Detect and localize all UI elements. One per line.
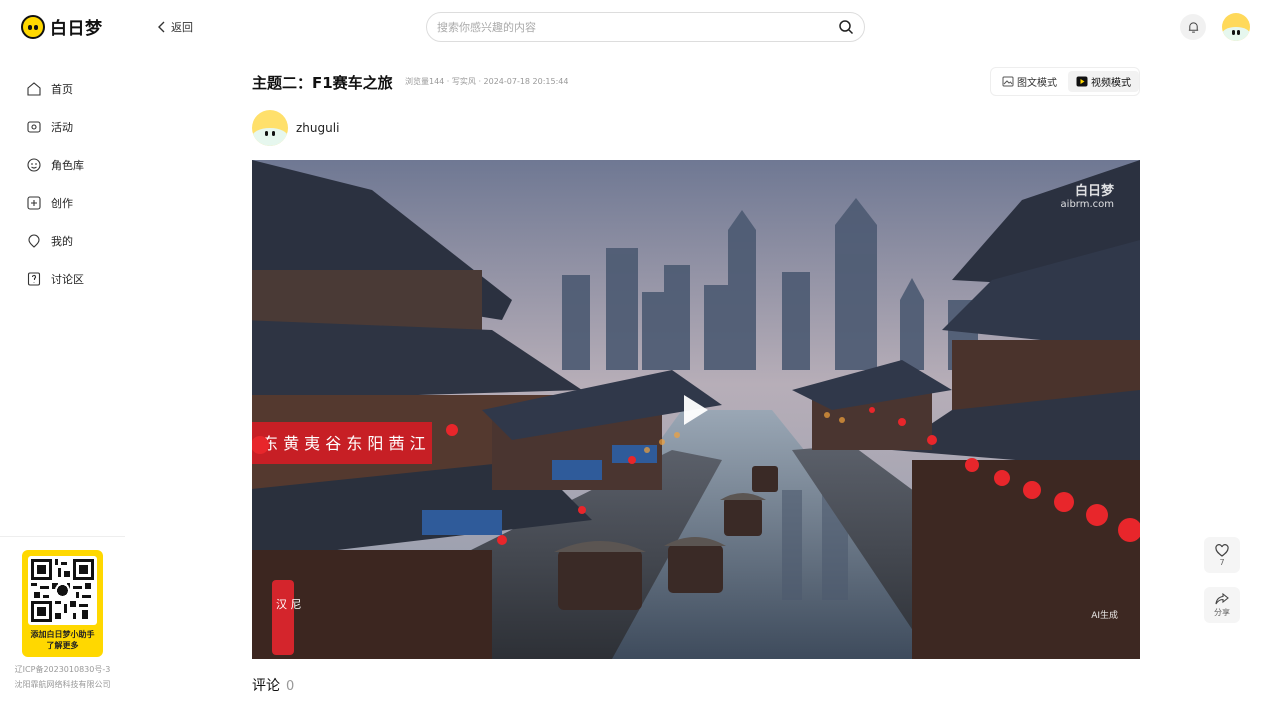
view-mode-switch: 图文模式 视频模式	[990, 67, 1140, 96]
search-icon[interactable]	[838, 19, 854, 35]
icp-record[interactable]: 辽ICP备2023010830号-3	[0, 664, 125, 675]
user-avatar[interactable]	[1222, 13, 1250, 41]
watermark-brand: 白日梦	[1074, 184, 1114, 199]
post-title: 主题二：F1赛车之旅	[252, 74, 393, 92]
shop-sign-text: 汉 尼	[276, 598, 302, 611]
notification-button[interactable]	[1180, 14, 1206, 40]
home-icon	[27, 82, 41, 96]
video-mode-label: 视频模式	[1091, 78, 1131, 89]
sidebar: 首页 活动 角色库 创作 我的 讨论区	[0, 70, 125, 298]
video-mode-icon	[1076, 76, 1088, 87]
image-mode-icon	[1002, 76, 1014, 87]
sidebar-item-label: 活动	[51, 121, 73, 134]
comments-label: 评论	[252, 678, 280, 694]
search-input[interactable]	[437, 20, 838, 34]
video-player[interactable]: 东 黄 夷 谷 东 阳 茜 江 汉 尼 白日梦 aibrm.com AI生成	[252, 160, 1140, 659]
image-text-mode-label: 图文模式	[1017, 78, 1057, 89]
character-icon	[27, 158, 41, 172]
comments-count: 0	[286, 679, 295, 694]
sidebar-item-label: 创作	[51, 197, 73, 210]
qr-code-icon	[31, 559, 94, 622]
sidebar-item-label: 讨论区	[51, 273, 84, 286]
heart-icon	[1215, 543, 1229, 557]
sidebar-item-activity[interactable]: 活动	[0, 108, 125, 146]
qr-caption-line2: 了解更多	[46, 641, 79, 650]
sidebar-item-label: 首页	[51, 83, 73, 96]
sidebar-item-characters[interactable]: 角色库	[0, 146, 125, 184]
qr-code	[28, 556, 97, 625]
qr-caption-line1: 添加白日梦小助手	[30, 630, 95, 639]
watermark-url: aibrm.com	[1060, 199, 1114, 210]
share-button[interactable]: 分享	[1204, 587, 1240, 623]
logo[interactable]: 白日梦	[21, 14, 103, 39]
back-button[interactable]: 返回	[157, 19, 193, 35]
like-count: 7	[1219, 557, 1225, 567]
back-label: 返回	[171, 21, 193, 34]
author-name[interactable]: zhuguli	[296, 121, 339, 135]
assistant-qr-card[interactable]: 添加白日梦小助手 了解更多	[22, 550, 103, 657]
sidebar-item-home[interactable]: 首页	[0, 70, 125, 108]
author-avatar-face-icon	[252, 128, 288, 146]
shop-banner-text: 东 黄 夷 谷 东 阳 茜 江	[262, 434, 426, 453]
avatar-face-icon	[1222, 27, 1250, 41]
like-button[interactable]: 7	[1204, 537, 1240, 573]
logo-icon	[21, 14, 45, 39]
author-avatar[interactable]	[252, 110, 288, 146]
sidebar-item-profile[interactable]: 我的	[0, 222, 125, 260]
image-text-mode-button[interactable]: 图文模式	[994, 71, 1065, 92]
create-icon	[27, 196, 41, 210]
video-mode-button[interactable]: 视频模式	[1068, 71, 1139, 92]
comments-header: 评论 0	[252, 675, 294, 695]
qr-caption: 添加白日梦小助手 了解更多	[22, 629, 103, 651]
post-meta: 浏览量144 · 写实风 · 2024-07-18 20:15:44	[405, 77, 569, 86]
bell-icon	[1188, 21, 1198, 33]
sidebar-item-label: 角色库	[51, 159, 84, 172]
activity-icon	[27, 121, 41, 133]
ai-generated-tag: AI生成	[1091, 611, 1118, 621]
sidebar-divider	[0, 536, 125, 537]
company-name: 沈阳霏航网络科技有限公司	[14, 680, 111, 689]
sidebar-item-label: 我的	[51, 235, 73, 248]
discussion-icon	[27, 272, 41, 286]
profile-icon	[28, 234, 40, 248]
author-info[interactable]: zhuguli	[252, 110, 339, 146]
logo-text: 白日梦	[50, 19, 103, 39]
share-label: 分享	[1214, 607, 1230, 617]
chevron-left-icon	[158, 21, 165, 33]
search-bar[interactable]	[426, 12, 865, 42]
play-icon[interactable]	[680, 392, 712, 428]
sidebar-item-create[interactable]: 创作	[0, 184, 125, 222]
sidebar-item-discussion[interactable]: 讨论区	[0, 260, 125, 298]
share-icon	[1215, 592, 1229, 604]
video-watermark: 白日梦 aibrm.com	[1061, 180, 1114, 210]
